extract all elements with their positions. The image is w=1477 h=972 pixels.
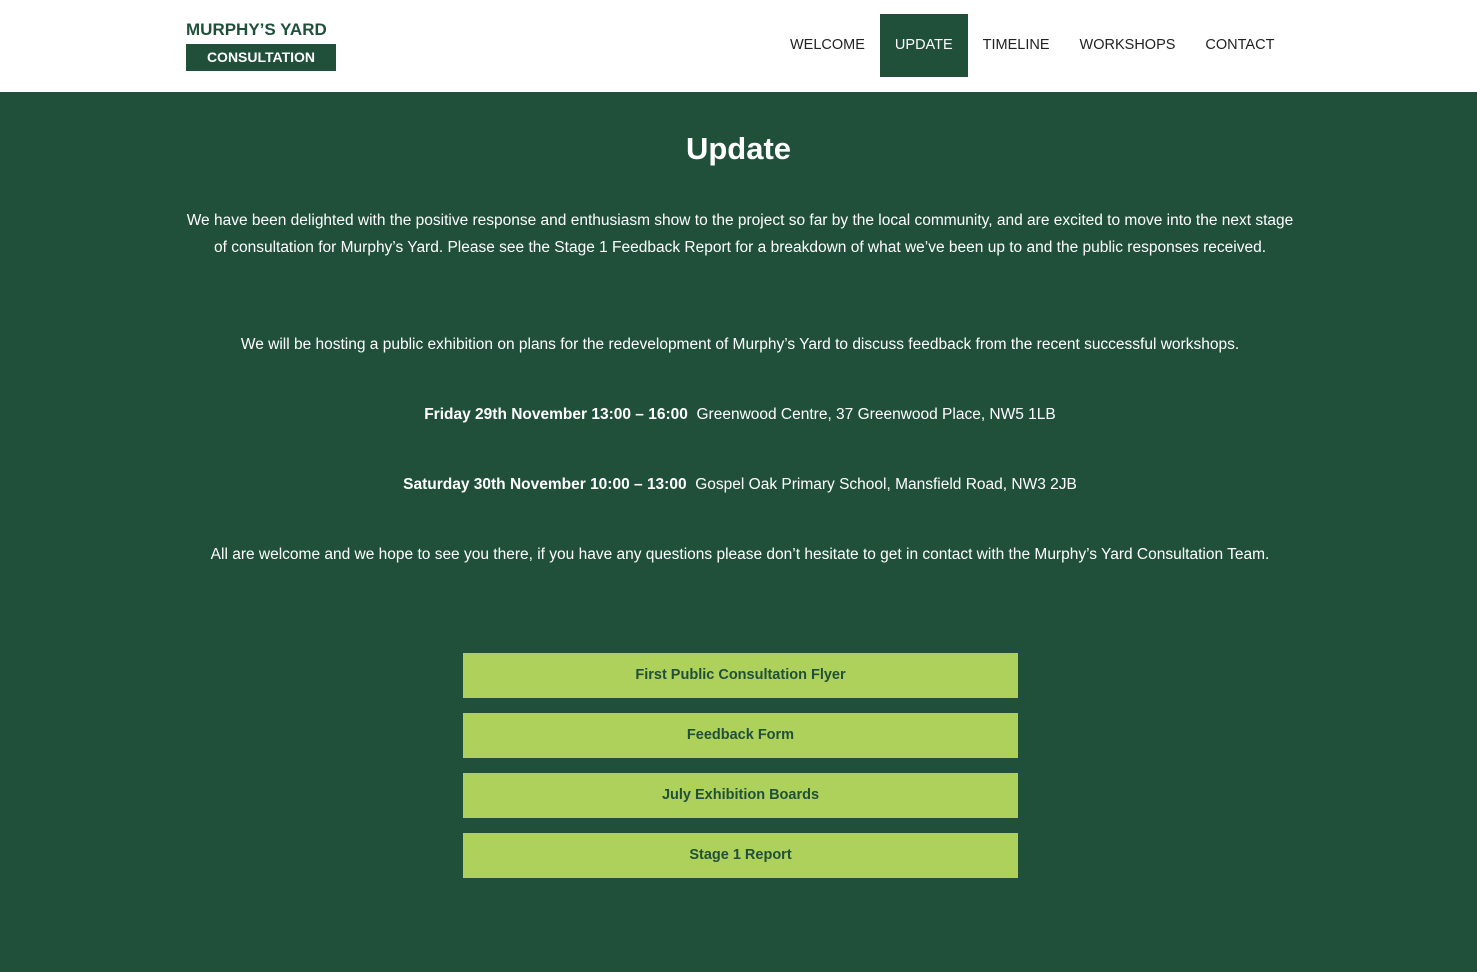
feedback-form-button[interactable]: Feedback Form [463,713,1018,758]
page-title: Update [685,131,792,166]
exhibition-boards-button[interactable]: July Exhibition Boards [463,773,1018,818]
main-nav: WELCOME UPDATE TIMELINE WORKSHOPS CONTAC… [775,14,1289,77]
site-header: MURPHY’S YARD CONSULTATION WELCOME UPDAT… [0,0,1477,92]
event-friday-when: Friday 29th November 13:00 – 16:00 [424,406,688,423]
event-saturday-when: Saturday 30th November 10:00 – 13:00 [403,476,687,493]
nav-item-contact[interactable]: CONTACT [1190,14,1289,77]
event-saturday: Saturday 30th November 10:00 – 13:00 Gos… [183,471,1297,498]
event-friday: Friday 29th November 13:00 – 16:00 Green… [183,401,1297,428]
main-content: Update We have been delighted with the p… [0,92,1477,972]
event-friday-where: Greenwood Centre, 37 Greenwood Place, NW… [696,406,1056,423]
logo-subtitle: CONSULTATION [186,44,336,71]
nav-item-update[interactable]: UPDATE [879,14,968,77]
stage1-report-button[interactable]: Stage 1 Report [463,833,1018,878]
logo-title: MURPHY’S YARD [186,20,327,39]
intro-paragraph: We have been delighted with the positive… [186,212,1294,256]
event-saturday-where: Gospel Oak Primary School, Mansfield Roa… [695,476,1077,493]
nav-item-workshops[interactable]: WORKSHOPS [1065,14,1191,77]
nav-item-timeline[interactable]: TIMELINE [968,14,1065,77]
nav-item-welcome[interactable]: WELCOME [775,14,880,77]
flyer-button[interactable]: First Public Consultation Flyer [463,653,1018,698]
exhibition-paragraph: We will be hosting a public exhibition o… [240,336,1240,353]
welcome-paragraph: All are welcome and we hope to see you t… [210,546,1270,563]
site-logo[interactable]: MURPHY’S YARD CONSULTATION [186,19,336,71]
